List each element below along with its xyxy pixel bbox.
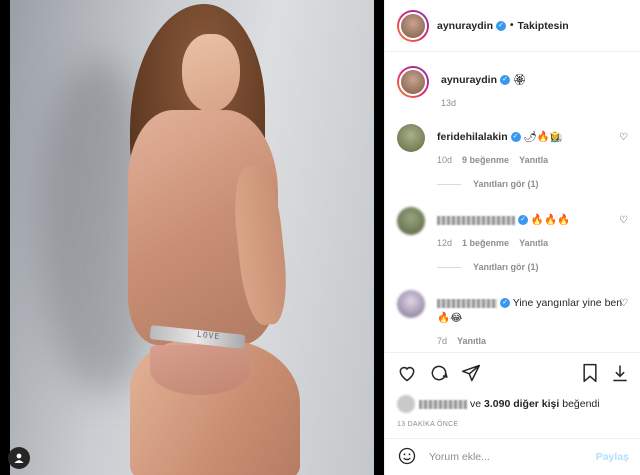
reply-button[interactable]: Yanıtla bbox=[519, 155, 548, 165]
post-comment-button[interactable]: Paylaş bbox=[596, 451, 629, 463]
view-replies-label[interactable]: Yanıtları gör (1) bbox=[473, 262, 539, 272]
likes-suffix: beğendi bbox=[562, 398, 600, 410]
bookmark-icon[interactable] bbox=[581, 363, 599, 386]
verified-icon: ✓ bbox=[500, 75, 511, 86]
separator-dot: • bbox=[510, 20, 514, 31]
caption: aynuraydin ✓ 🏵 13d bbox=[397, 66, 628, 108]
comment-input[interactable]: Yorum ekle... bbox=[429, 451, 596, 463]
comment-username[interactable]: feridehilalakin bbox=[437, 131, 508, 143]
blurred-liker-name[interactable] bbox=[419, 399, 467, 409]
post-timestamp[interactable]: 13 DAKİKA ÖNCE bbox=[397, 421, 629, 428]
post-actions: ve 3.090 diğer kişi beğendi 13 DAKİKA ÖN… bbox=[385, 352, 640, 428]
commenter-avatar[interactable] bbox=[397, 207, 425, 235]
share-icon[interactable] bbox=[461, 363, 481, 386]
comment-item: feridehilalakin ✓ 🌶🔥👩‍🌾 10d 9 beğenme Yanıt… bbox=[397, 124, 628, 165]
comment-like-icon[interactable]: ♡ bbox=[619, 298, 628, 309]
verified-icon: ✓ bbox=[496, 20, 507, 31]
post-sidebar: aynuraydin ✓ • Takiptesin aynuraydin ✓ 🏵 … bbox=[384, 0, 640, 475]
caption-text: 🏵 bbox=[512, 74, 527, 86]
liker-avatar[interactable] bbox=[397, 395, 415, 413]
verified-icon: ✓ bbox=[518, 215, 528, 226]
comment-age: 12d bbox=[437, 238, 453, 248]
view-replies[interactable]: Yanıtları gör (1) bbox=[437, 179, 628, 189]
photo-face bbox=[182, 34, 240, 112]
comment-age: 10d bbox=[437, 155, 453, 165]
author-username[interactable]: aynuraydin bbox=[437, 20, 493, 32]
commenter-avatar[interactable] bbox=[397, 290, 425, 318]
comment-text: 🔥🔥🔥 bbox=[530, 214, 571, 226]
view-replies[interactable]: Yanıtları gör (1) bbox=[437, 262, 628, 272]
commenter-avatar[interactable] bbox=[397, 124, 425, 152]
add-comment-bar: Yorum ekle... Paylaş bbox=[385, 438, 640, 475]
likes-count[interactable]: 3.090 diğer kişi bbox=[484, 398, 559, 410]
comment-like-icon[interactable]: ♡ bbox=[619, 132, 628, 143]
caption-username[interactable]: aynuraydin bbox=[441, 74, 497, 86]
comment-item: ✓ Yine yangınlar yine ben🔥😂 7d Yanıtla ♡ bbox=[397, 290, 628, 346]
view-replies-label[interactable]: Yanıtları gör (1) bbox=[473, 179, 539, 189]
comments-list: aynuraydin ✓ 🏵 13d feridehilalakin ✓ 🌶🔥👩‍🌾… bbox=[385, 52, 640, 352]
comment-text: 🌶🔥👩‍🌾 bbox=[523, 131, 564, 143]
post-header: aynuraydin ✓ • Takiptesin bbox=[385, 0, 640, 52]
likes-summary: ve 3.090 diğer kişi beğendi bbox=[397, 395, 629, 413]
comment-icon[interactable] bbox=[429, 363, 449, 386]
post-photo[interactable]: LOVE bbox=[10, 0, 374, 475]
user-tags-button[interactable] bbox=[8, 447, 30, 469]
blurred-username[interactable] bbox=[437, 298, 497, 308]
comment-likes[interactable]: 9 beğenme bbox=[462, 155, 509, 165]
caption-avatar[interactable] bbox=[397, 66, 429, 98]
verified-icon: ✓ bbox=[500, 298, 510, 309]
emoji-icon[interactable] bbox=[397, 446, 417, 469]
comment-item: ✓ 🔥🔥🔥 12d 1 beğenme Yanıtla ♡ bbox=[397, 207, 628, 248]
author-avatar[interactable] bbox=[397, 9, 429, 42]
comment-likes[interactable]: 1 beğenme bbox=[462, 238, 509, 248]
reply-button[interactable]: Yanıtla bbox=[457, 336, 486, 346]
caption-age: 13d bbox=[441, 98, 457, 108]
photo-pane: LOVE bbox=[0, 0, 384, 475]
reply-button[interactable]: Yanıtla bbox=[519, 238, 548, 248]
comment-like-icon[interactable]: ♡ bbox=[619, 215, 628, 226]
heart-icon[interactable] bbox=[397, 363, 417, 386]
person-icon bbox=[14, 453, 24, 463]
follow-status-button[interactable]: Takiptesin bbox=[518, 20, 569, 32]
download-icon[interactable] bbox=[611, 363, 629, 386]
verified-icon: ✓ bbox=[510, 132, 521, 143]
photo-bottom bbox=[150, 345, 250, 395]
comment-age: 7d bbox=[437, 336, 448, 346]
blurred-username[interactable] bbox=[437, 215, 515, 225]
likes-prefix: ve bbox=[470, 398, 482, 410]
